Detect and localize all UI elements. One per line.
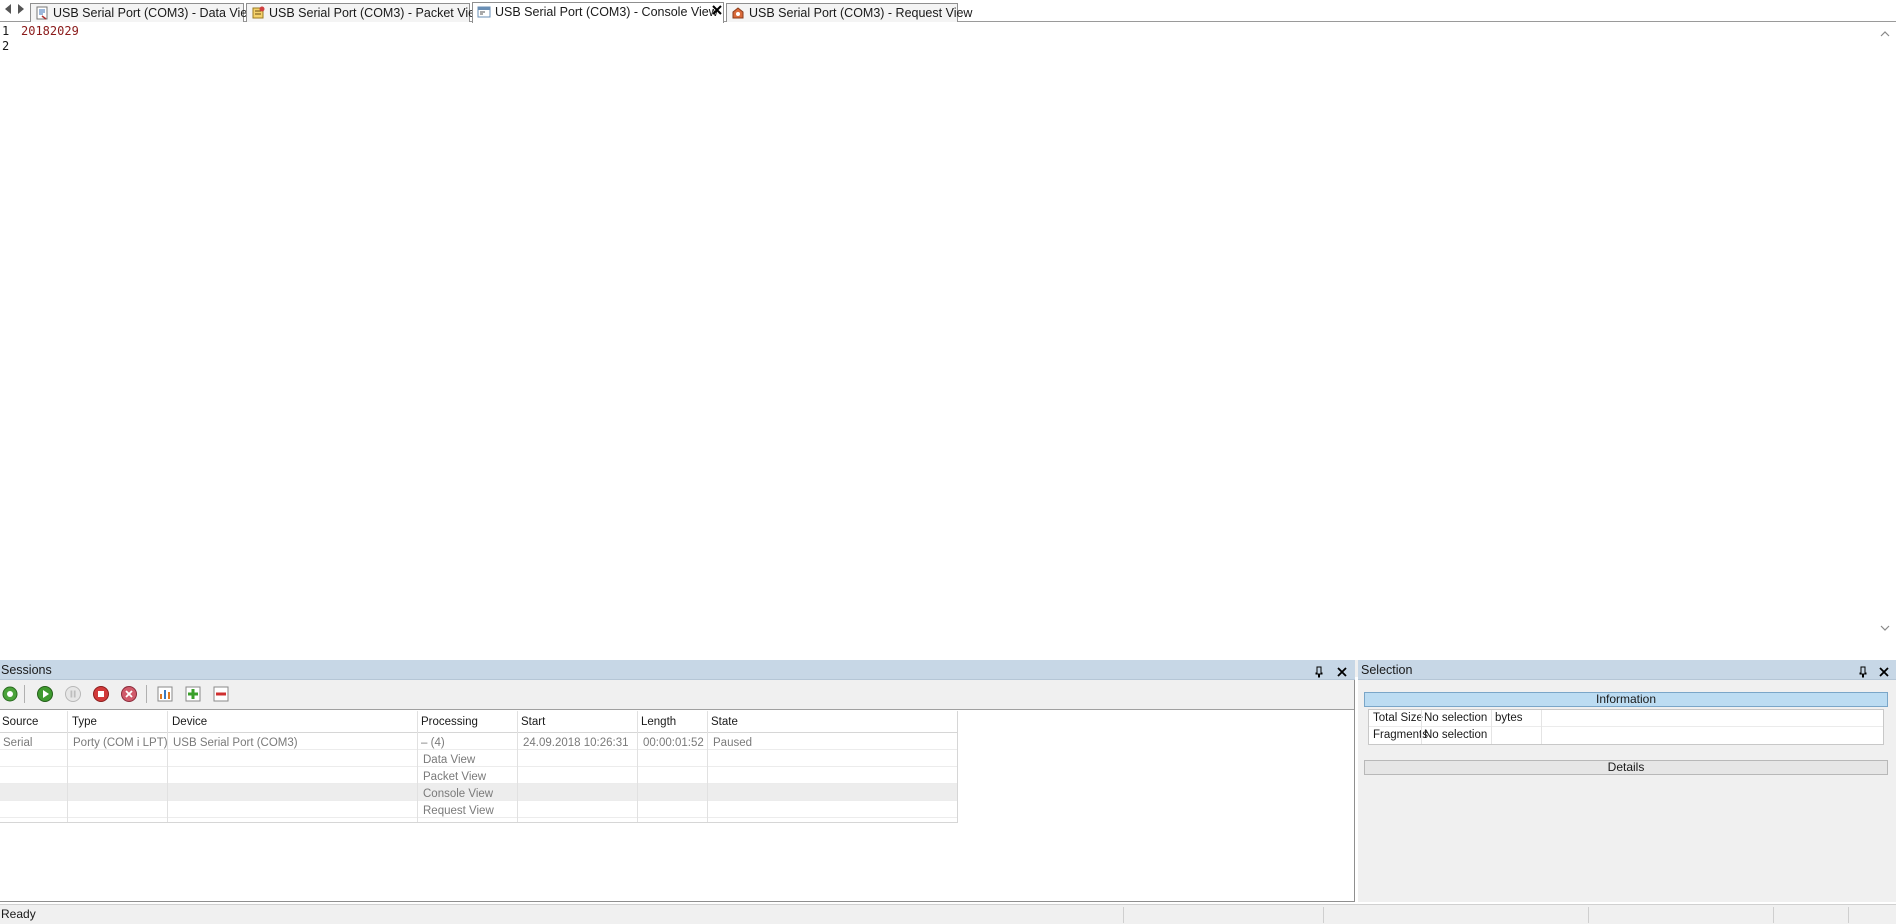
property-key: Total Size: [1373, 712, 1423, 724]
tab-request-view[interactable]: USB Serial Port (COM3) - Request View: [726, 3, 972, 22]
session-start: 24.09.2018 10:26:31: [523, 737, 629, 749]
status-bar: Ready: [0, 904, 1896, 924]
close-session-icon[interactable]: [119, 684, 139, 704]
sessions-panel-title: Sessions: [1, 663, 52, 677]
property-value: No selection: [1424, 712, 1488, 724]
processing-item-data-view[interactable]: Data View: [423, 752, 475, 769]
processing-item-console-view[interactable]: Console View: [423, 786, 493, 803]
selection-panel-title: Selection: [1361, 663, 1413, 677]
details-section-header[interactable]: Details: [1364, 760, 1888, 775]
tab-label: USB Serial Port (COM3) - Packet View: [269, 6, 485, 20]
sessions-toolbar: [0, 680, 1354, 710]
column-header-state[interactable]: State: [711, 711, 738, 733]
session-length: 00:00:01:52: [643, 737, 704, 749]
sessions-panel-header: Sessions: [0, 660, 1355, 680]
request-view-icon: [731, 6, 745, 20]
close-panel-icon[interactable]: [1878, 664, 1890, 677]
tab-scroll-right-icon[interactable]: [15, 3, 28, 16]
tab-label: USB Serial Port (COM3) - Request View: [749, 6, 973, 20]
collapse-icon[interactable]: –: [421, 737, 427, 749]
table-subrow[interactable]: [0, 750, 958, 767]
column-header-type[interactable]: Type: [72, 711, 97, 733]
selection-panel: Information Total Size No selection byte…: [1358, 680, 1896, 902]
remove-visualizer-icon[interactable]: [211, 684, 231, 704]
session-state: Paused: [713, 737, 753, 749]
tab-label: USB Serial Port (COM3) - Console View: [495, 5, 718, 19]
tab-scroll-left-icon[interactable]: [2, 3, 15, 16]
console-line-text: 20182029: [21, 24, 79, 38]
line-number: 2: [2, 39, 10, 53]
information-properties: Total Size No selection bytes Fragments …: [1368, 709, 1884, 745]
stop-icon[interactable]: [91, 684, 111, 704]
pause-icon[interactable]: [63, 684, 83, 704]
column-header-device[interactable]: Device: [172, 711, 208, 733]
scroll-up-icon[interactable]: [1879, 28, 1891, 40]
status-text: Ready: [1, 907, 36, 921]
new-session-icon[interactable]: [0, 684, 20, 704]
column-header-start[interactable]: Start: [521, 711, 546, 733]
tab-data-view[interactable]: USB Serial Port (COM3) - Data View: [30, 3, 256, 22]
tab-packet-view[interactable]: USB Serial Port (COM3) - Packet View: [246, 3, 484, 22]
sessions-table: Source Type Device Processing Start Leng…: [0, 711, 958, 823]
visualizers-icon[interactable]: [155, 684, 175, 704]
tab-label: USB Serial Port (COM3) - Data View: [53, 6, 257, 20]
pin-icon[interactable]: [1313, 664, 1325, 678]
scroll-down-icon[interactable]: [1879, 622, 1891, 634]
processing-item-packet-view[interactable]: Packet View: [423, 769, 486, 786]
session-source: Serial: [3, 737, 33, 749]
processing-count: (4): [430, 737, 445, 749]
column-header-source[interactable]: Source: [2, 711, 39, 733]
property-value: No selection: [1424, 729, 1488, 741]
add-visualizer-icon[interactable]: [183, 684, 203, 704]
document-tab-bar: USB Serial Port (COM3) - Data View USB S…: [0, 0, 1896, 23]
console-editor[interactable]: 1 20182029 2: [0, 23, 1896, 677]
close-panel-icon[interactable]: [1336, 664, 1348, 677]
start-icon[interactable]: [35, 684, 55, 704]
close-tab-icon[interactable]: [711, 4, 725, 18]
property-unit: bytes: [1495, 712, 1523, 724]
session-device: USB Serial Port (COM3): [173, 737, 298, 749]
property-row-total-size: Total Size No selection bytes: [1369, 710, 1883, 727]
processing-expander[interactable]: – (4): [421, 735, 445, 752]
property-row-fragments: Fragments No selection: [1369, 727, 1883, 744]
column-header-processing[interactable]: Processing: [421, 711, 478, 733]
console-view-icon: [477, 5, 491, 19]
session-type: Porty (COM i LPT): [73, 737, 168, 749]
information-section-header[interactable]: Information: [1364, 692, 1888, 707]
selection-panel-header: Selection: [1358, 660, 1896, 680]
processing-item-request-view[interactable]: Request View: [423, 803, 494, 820]
pin-icon[interactable]: [1857, 664, 1869, 678]
data-view-icon: [35, 6, 49, 20]
sessions-panel: Source Type Device Processing Start Leng…: [0, 680, 1355, 902]
tab-console-view[interactable]: USB Serial Port (COM3) - Console View: [472, 2, 724, 23]
packet-view-icon: [251, 6, 265, 20]
column-header-length[interactable]: Length: [641, 711, 677, 733]
property-key: Fragments: [1373, 729, 1428, 741]
line-number: 1: [2, 24, 10, 38]
